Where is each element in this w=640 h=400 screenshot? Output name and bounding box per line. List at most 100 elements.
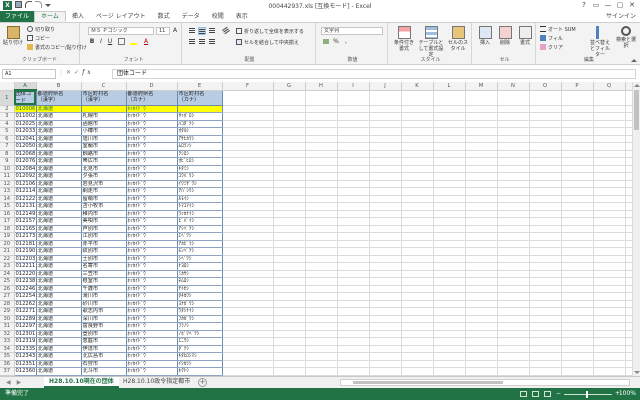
zoom-out-button[interactable]: − <box>556 388 561 400</box>
cell[interactable] <box>222 277 274 286</box>
cell[interactable]: 深川市 <box>80 315 127 323</box>
cell[interactable] <box>337 120 370 128</box>
cell[interactable] <box>401 150 434 158</box>
cell[interactable] <box>561 210 594 218</box>
cell[interactable]: 012254 <box>13 292 37 301</box>
cell[interactable] <box>593 315 626 323</box>
cell[interactable] <box>273 367 306 376</box>
tab-formulas[interactable]: 数式 <box>152 11 176 22</box>
cell[interactable]: 北海道 <box>35 127 82 136</box>
cell[interactable] <box>273 127 306 136</box>
cell[interactable] <box>625 112 632 121</box>
cell[interactable] <box>305 210 338 218</box>
cell[interactable] <box>561 322 594 331</box>
cell[interactable]: ｷﾀﾋﾛｼﾏｼ <box>176 352 223 361</box>
cell[interactable] <box>305 262 338 271</box>
cell[interactable] <box>497 210 530 218</box>
cell[interactable]: 北海道 <box>35 330 82 338</box>
cell[interactable]: 北海道 <box>35 172 82 181</box>
cell[interactable] <box>369 120 402 128</box>
cell[interactable] <box>401 232 434 241</box>
cell[interactable]: ﾎｯｶｲﾄﾞｳ <box>125 165 178 173</box>
column-header-p[interactable]: P <box>561 82 594 91</box>
row-header[interactable]: 7 <box>0 142 15 151</box>
cell[interactable]: ｵﾋﾞﾋﾛｼ <box>176 157 223 166</box>
cell[interactable]: ﾎｯｶｲﾄﾞｳ <box>125 367 178 376</box>
cell[interactable] <box>561 277 594 286</box>
cell[interactable] <box>222 135 274 143</box>
align-bottom-icon[interactable] <box>208 27 216 35</box>
cell[interactable] <box>369 172 402 181</box>
cell[interactable] <box>465 270 498 278</box>
cell[interactable]: 北広島市 <box>80 352 127 361</box>
zoom-slider-knob[interactable] <box>586 390 589 398</box>
cell[interactable] <box>273 322 306 331</box>
cell[interactable] <box>433 105 466 113</box>
cell[interactable] <box>497 255 530 263</box>
cell[interactable] <box>593 360 626 368</box>
cell[interactable]: ﾎｯｶｲﾄﾞｳ <box>125 285 178 293</box>
cell[interactable]: 北海道 <box>35 367 82 376</box>
cell[interactable]: ﾐｶｻｼ <box>176 270 223 278</box>
scroll-up-icon[interactable] <box>634 84 640 87</box>
cell[interactable] <box>369 202 402 211</box>
cell[interactable] <box>529 195 562 203</box>
percent-button[interactable]: % <box>332 38 340 46</box>
cell[interactable] <box>465 217 498 226</box>
column-header-q[interactable]: Q <box>593 82 626 91</box>
cell[interactable] <box>337 240 370 248</box>
cell[interactable] <box>401 127 434 136</box>
cell[interactable] <box>401 345 434 353</box>
cell[interactable] <box>625 285 632 293</box>
cell[interactable] <box>222 300 274 308</box>
cell[interactable] <box>465 285 498 293</box>
cell[interactable]: 012203 <box>13 255 37 263</box>
cell[interactable] <box>625 120 632 128</box>
cell[interactable] <box>625 187 632 196</box>
cell[interactable] <box>497 142 530 151</box>
cell[interactable] <box>497 225 530 233</box>
cell[interactable]: 012122 <box>13 195 37 203</box>
row-header[interactable]: 28 <box>0 300 15 308</box>
cell[interactable] <box>305 315 338 323</box>
cell[interactable] <box>497 360 530 368</box>
align-top-icon[interactable] <box>188 27 196 35</box>
cell[interactable] <box>561 105 594 113</box>
cell[interactable]: 北海道 <box>35 187 82 196</box>
fill-button[interactable]: フィル <box>540 35 563 42</box>
cell[interactable]: ﾅﾖﾛｼ <box>176 262 223 271</box>
cell[interactable]: ﾓﾝﾍﾞﾂｼ <box>176 247 223 256</box>
cell[interactable]: 北海道 <box>35 157 82 166</box>
grow-font-button[interactable]: A <box>171 27 179 35</box>
cell[interactable] <box>433 300 466 308</box>
cell[interactable] <box>401 217 434 226</box>
cell[interactable] <box>337 352 370 361</box>
cell[interactable]: 012114 <box>13 187 37 196</box>
sheet-tab-designated-cities[interactable]: H28.10.10政令指定都市 <box>118 377 195 388</box>
cell[interactable] <box>561 307 594 316</box>
cell[interactable]: ﾁﾄｾｼ <box>176 285 223 293</box>
cell[interactable]: ﾎｯｶｲﾄﾞｳ <box>125 157 178 166</box>
cell[interactable] <box>465 172 498 181</box>
column-header-d[interactable]: D <box>126 82 178 91</box>
cell[interactable] <box>497 337 530 346</box>
cell[interactable] <box>465 232 498 241</box>
cell[interactable] <box>222 292 274 301</box>
cell[interactable] <box>561 240 594 248</box>
cell[interactable]: ﾈﾑﾛｼ <box>176 277 223 286</box>
formula-input[interactable]: 団体コード <box>112 69 636 79</box>
cell[interactable] <box>561 112 594 121</box>
conditional-format-button[interactable]: 条件付き書式 <box>392 26 416 52</box>
cell[interactable]: 北海道 <box>35 255 82 263</box>
cell[interactable] <box>465 352 498 361</box>
cell[interactable] <box>593 187 626 196</box>
cell[interactable]: 北海道 <box>35 225 82 233</box>
cell[interactable] <box>369 135 402 143</box>
normal-view-icon[interactable] <box>520 391 527 397</box>
cell[interactable] <box>465 255 498 263</box>
row-header[interactable]: 15 <box>0 202 15 211</box>
cell[interactable] <box>401 135 434 143</box>
cell[interactable]: 010006 <box>13 105 37 113</box>
maximize-button[interactable]: ▢ <box>614 0 626 10</box>
cell[interactable] <box>273 240 306 248</box>
